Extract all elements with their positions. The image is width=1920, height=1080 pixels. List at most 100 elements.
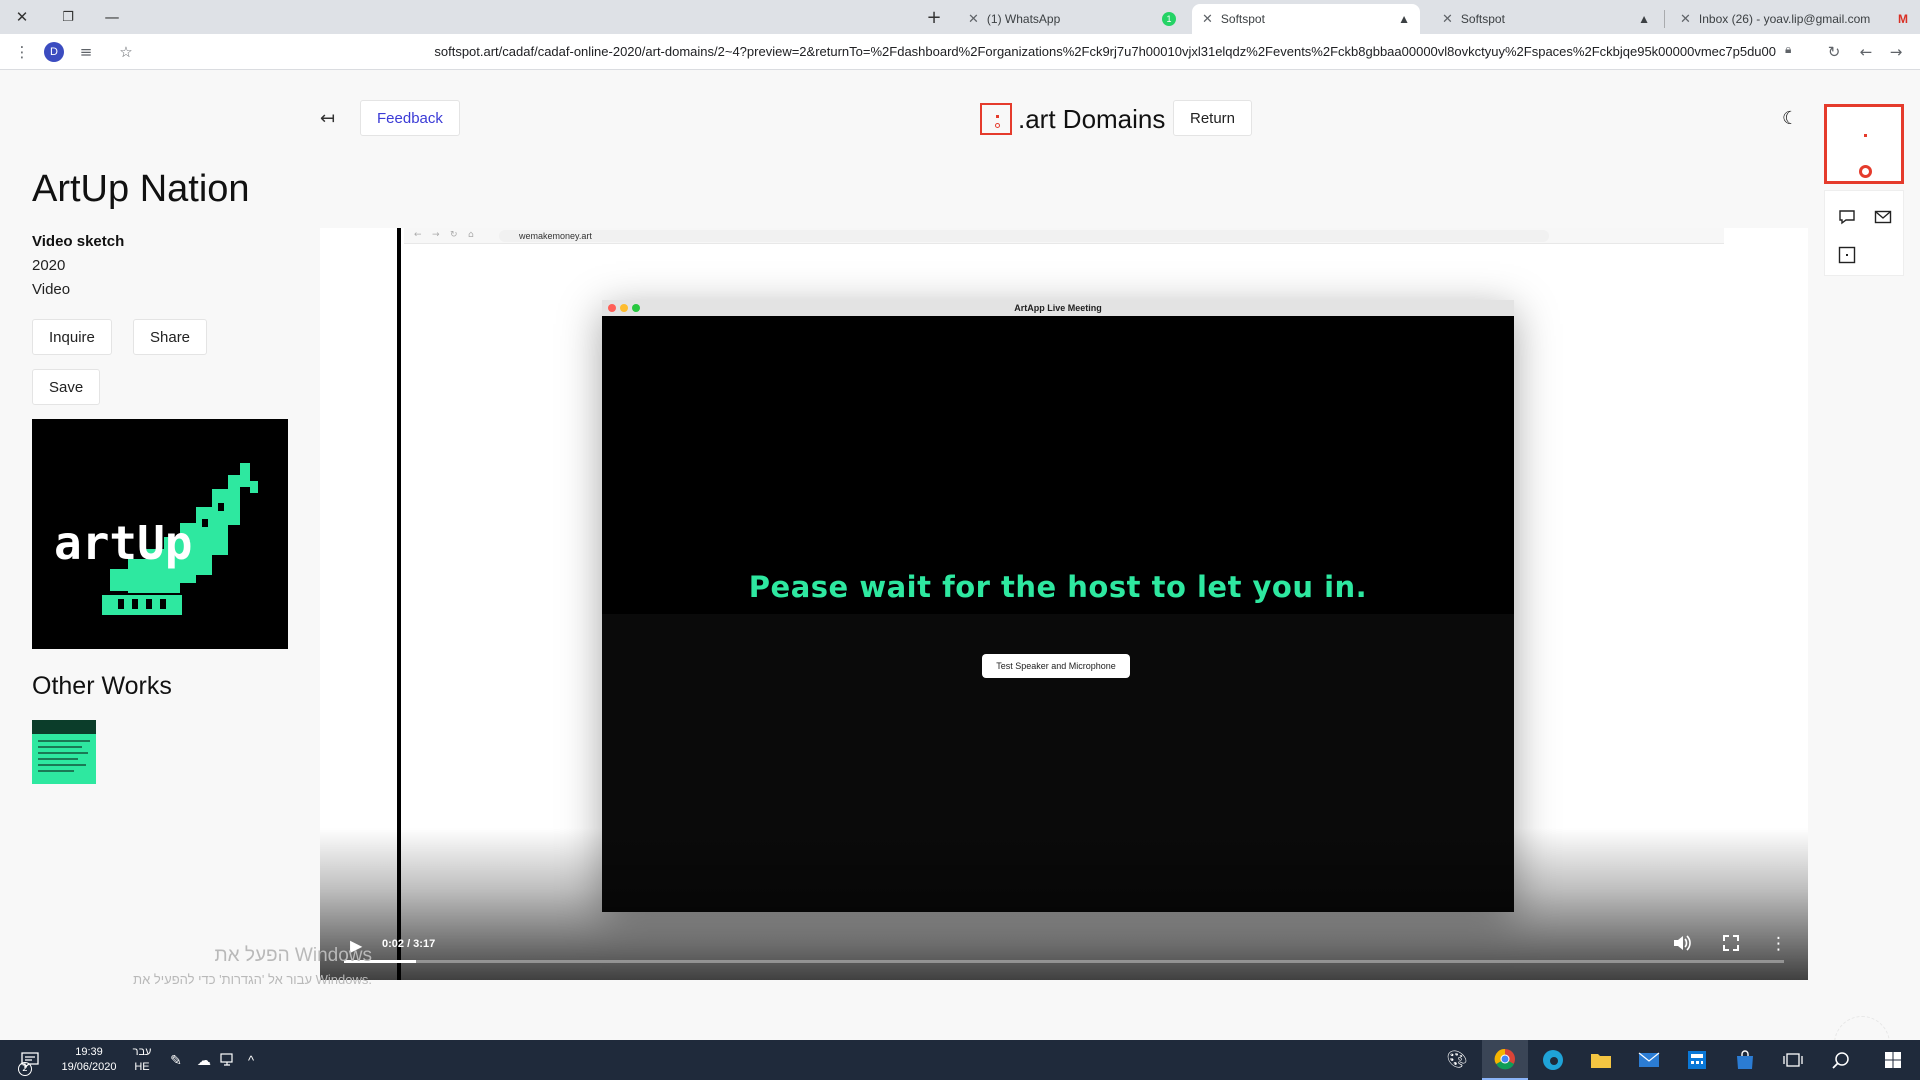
exit-arrow-icon[interactable]: ↤: [320, 108, 335, 129]
action-center-icon[interactable]: [10, 1040, 50, 1080]
artwork-thumbnail[interactable]: artUp: [32, 419, 288, 649]
wait-message: Pease wait for the host to let you in.: [748, 570, 1368, 604]
fullscreen-icon[interactable]: [1722, 934, 1740, 957]
embedded-forward-icon: →: [432, 230, 440, 240]
network-icon[interactable]: [216, 1040, 240, 1080]
minimize-window-icon[interactable]: —: [92, 0, 132, 34]
search-icon[interactable]: [1818, 1040, 1864, 1080]
tab-title: Softspot: [1460, 12, 1505, 26]
return-button[interactable]: Return: [1173, 100, 1253, 136]
video-player[interactable]: ← → ↻ ⌂ wemakemoney.art ArtApp Live Meet…: [320, 228, 1808, 980]
clock-date: 19/06/2020: [61, 1061, 117, 1073]
reading-list-icon[interactable]: ≡: [74, 40, 98, 64]
edge-app-icon[interactable]: [1530, 1040, 1576, 1080]
show-hidden-icons-chevron-up-icon[interactable]: ^: [240, 1040, 262, 1080]
paint-app-icon[interactable]: 🎨︎: [1434, 1040, 1480, 1080]
tab-title: (1) WhatsApp: [986, 12, 1061, 26]
new-tab-icon[interactable]: +: [914, 0, 954, 34]
tab-softspot[interactable]: ✕ Softspot ▲: [1432, 4, 1660, 34]
address-bar[interactable]: softspot.art/cadaf/cadaf-online-2020/art…: [150, 40, 1780, 64]
file-explorer-icon[interactable]: [1578, 1040, 1624, 1080]
language-indicator[interactable]: עבר HE: [130, 1045, 154, 1075]
page: ↤ Feedback .art Domains Return ☾ ArtUp N…: [0, 70, 1920, 1072]
embedded-home-icon: ⌂: [468, 230, 474, 240]
clock-time: 19:39: [75, 1046, 103, 1058]
mail-app-icon[interactable]: [1626, 1040, 1672, 1080]
language-code: HE: [134, 1061, 150, 1073]
close-icon[interactable]: ✕: [1442, 11, 1453, 27]
svg-text:artUp: artUp: [54, 516, 192, 570]
forward-icon[interactable]: →: [1884, 40, 1908, 64]
meeting-title: ArtApp Live Meeting: [602, 300, 1514, 316]
frame-dot-icon[interactable]: [1835, 243, 1859, 267]
site-title: .art Domains: [1018, 104, 1166, 134]
tab-separator: [1664, 10, 1665, 28]
chat-icon[interactable]: [1835, 205, 1859, 229]
calculator-app-icon[interactable]: [1674, 1040, 1720, 1080]
inquire-button[interactable]: Inquire: [32, 319, 112, 355]
pen-icon[interactable]: ✎: [164, 1040, 188, 1080]
side-panel-actions: [1824, 190, 1904, 276]
site-logo-icon[interactable]: [980, 103, 1012, 135]
traffic-minimize-icon: [620, 304, 628, 312]
softspot-icon: ▲: [1638, 12, 1650, 26]
video-progress-bar[interactable]: [344, 960, 1784, 963]
embedded-url: wemakemoney.art: [499, 230, 1549, 242]
save-button[interactable]: Save: [32, 369, 101, 405]
other-work-image: [32, 720, 96, 784]
task-view-icon[interactable]: [1770, 1040, 1816, 1080]
close-icon[interactable]: ✕: [1680, 11, 1691, 27]
share-button[interactable]: Share: [133, 319, 208, 355]
artwork-year: 2020: [32, 257, 66, 274]
dark-mode-moon-icon[interactable]: ☾: [1782, 108, 1798, 129]
artwork-medium: Video: [32, 281, 71, 298]
embedded-back-icon: ←: [414, 230, 422, 240]
windows-taskbar: 19:39 19/06/2020 עבר HE ✎ ☁ ^ 🎨︎: [0, 1040, 1920, 1080]
feedback-button[interactable]: Feedback: [360, 100, 460, 136]
taskbar-clock[interactable]: 19:39 19/06/2020: [56, 1045, 122, 1075]
artwork-subtitle: Video sketch: [32, 233, 125, 250]
profile-avatar[interactable]: D: [44, 42, 64, 62]
back-icon[interactable]: ←: [1854, 40, 1878, 64]
lock-icon[interactable]: 🔒︎: [1785, 42, 1791, 57]
restore-window-icon[interactable]: ❐: [48, 0, 88, 34]
test-speaker-button: Test Speaker and Microphone: [982, 654, 1130, 678]
tab-title: Softspot: [1220, 12, 1265, 26]
softspot-logo-icon[interactable]: [1824, 104, 1904, 184]
volume-icon[interactable]: [1672, 934, 1692, 957]
traffic-close-icon: [608, 304, 616, 312]
artwork-title: ArtUp Nation: [32, 168, 250, 210]
windows-start-icon[interactable]: [1870, 1040, 1916, 1080]
store-app-icon[interactable]: [1722, 1040, 1768, 1080]
traffic-zoom-icon: [632, 304, 640, 312]
tab-gmail[interactable]: ✕ Inbox (26) - yoav.lip@gmail.com M: [1670, 4, 1918, 34]
notification-count-badge: 2: [18, 1062, 32, 1076]
windows-activation-title: הפעל את Windows: [214, 945, 372, 966]
chrome-app-icon[interactable]: [1482, 1040, 1528, 1080]
windows-activation-text: עבור אל 'הגדרות' כדי להפעיל את Windows.: [133, 972, 372, 987]
embedded-reload-icon: ↻: [450, 230, 458, 240]
bookmark-star-icon[interactable]: ☆: [114, 40, 138, 64]
reload-icon[interactable]: ↻: [1822, 40, 1846, 64]
mail-icon[interactable]: [1871, 205, 1895, 229]
embedded-browser-bar: ← → ↻ ⌂ wemakemoney.art: [404, 228, 1724, 244]
close-icon[interactable]: ✕: [1202, 11, 1213, 27]
tab-whatsapp[interactable]: ✕ (1) WhatsApp 1: [958, 4, 1186, 34]
tab-title: Inbox (26) - yoav.lip@gmail.com: [1698, 12, 1871, 26]
softspot-icon: ▲: [1398, 12, 1410, 26]
side-panel: [1824, 104, 1904, 276]
whatsapp-icon: 1: [1162, 12, 1176, 26]
other-work-thumbnail[interactable]: [32, 720, 96, 784]
more-options-icon[interactable]: ⋮: [1770, 934, 1787, 954]
video-controls-overlay: [320, 828, 1808, 980]
gmail-icon: M: [1898, 12, 1908, 26]
onedrive-cloud-icon[interactable]: ☁: [192, 1040, 216, 1080]
video-time: 0:02 / 3:17: [382, 938, 436, 950]
close-window-icon[interactable]: ✕: [2, 0, 42, 34]
meeting-window: ArtApp Live Meeting Pease wait for the h…: [602, 300, 1514, 912]
close-icon[interactable]: ✕: [968, 11, 979, 27]
other-works-heading: Other Works: [32, 672, 172, 700]
tab-softspot-active[interactable]: ✕ Softspot ▲: [1192, 4, 1420, 34]
menu-kebab-icon[interactable]: ⋮: [10, 40, 34, 64]
artup-nation-logo: artUp: [32, 419, 288, 649]
